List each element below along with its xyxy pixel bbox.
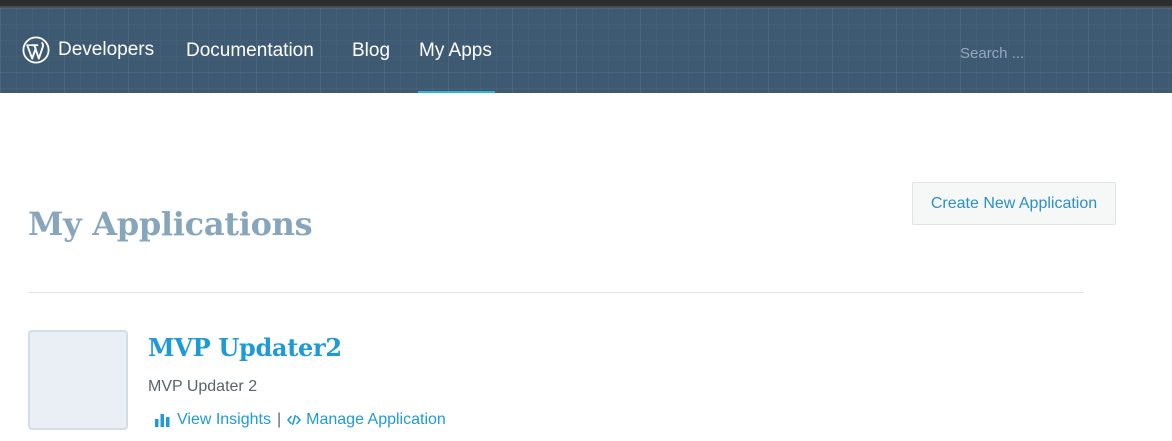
create-new-application-button[interactable]: Create New Application bbox=[912, 182, 1116, 225]
application-name-link[interactable]: MVP Updater2 bbox=[148, 333, 342, 362]
title-divider bbox=[28, 292, 1084, 293]
browser-top-strip bbox=[0, 0, 1172, 8]
manage-application-label: Manage Application bbox=[306, 411, 446, 428]
bar-chart-icon bbox=[155, 414, 170, 427]
nav-blog[interactable]: Blog bbox=[352, 40, 390, 62]
actions-separator: | bbox=[276, 411, 282, 428]
application-icon-placeholder bbox=[28, 330, 128, 430]
application-description: MVP Updater 2 bbox=[148, 378, 258, 395]
nav-documentation[interactable]: Documentation bbox=[186, 40, 314, 62]
application-item: MVP Updater2 MVP Updater 2 View Insights… bbox=[28, 329, 1084, 441]
view-insights-link[interactable]: View Insights bbox=[154, 411, 271, 429]
brand-link[interactable]: Developers bbox=[22, 36, 154, 64]
code-icon bbox=[287, 415, 301, 425]
nav-my-apps[interactable]: My Apps bbox=[419, 40, 492, 62]
brand-label: Developers bbox=[58, 39, 155, 60]
page-title: My Applications bbox=[28, 205, 313, 243]
application-actions: View Insights | Manage Application bbox=[154, 411, 446, 429]
wordpress-logo-icon bbox=[22, 36, 50, 64]
view-insights-label: View Insights bbox=[177, 411, 271, 428]
masthead: Developers Documentation Blog My Apps bbox=[0, 8, 1172, 93]
search-input[interactable] bbox=[960, 42, 1140, 64]
manage-application-link[interactable]: Manage Application bbox=[287, 411, 446, 429]
active-nav-indicator bbox=[418, 91, 495, 93]
